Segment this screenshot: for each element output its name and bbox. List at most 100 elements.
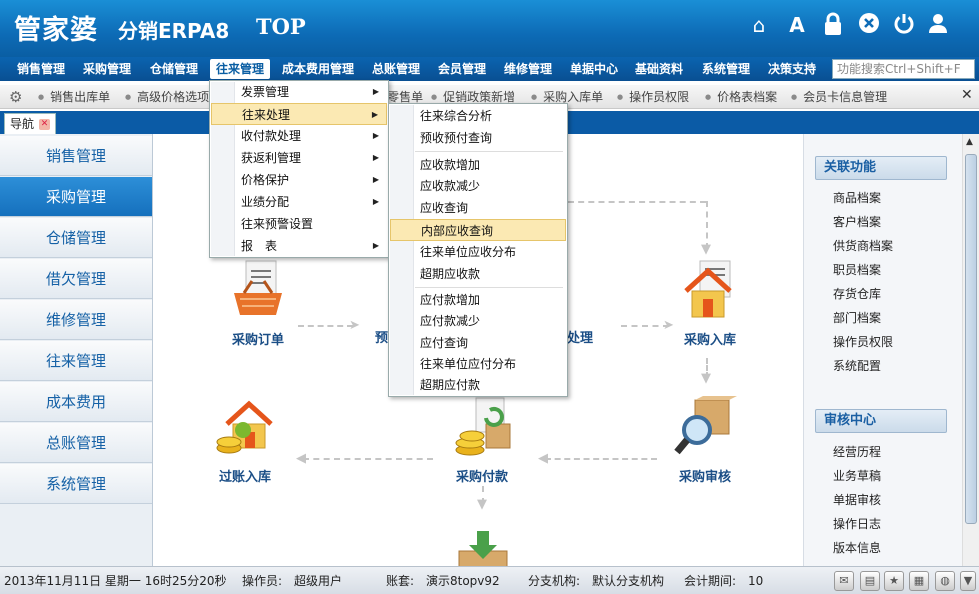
home-icon[interactable]: ⌂ [746, 12, 772, 38]
menu-accounts[interactable]: 往来管理 [210, 59, 271, 79]
quick-item[interactable]: 销售出库单 [38, 85, 110, 109]
sidebar-item-system[interactable]: 系统管理 [0, 464, 152, 504]
panel-link[interactable]: 客户档案 [833, 214, 881, 230]
flow-node-purchase-audit[interactable]: 采购审核 [658, 396, 752, 485]
box-download-icon [451, 529, 515, 566]
flow-node-purchase-payment[interactable]: 采购付款 [435, 396, 529, 485]
menu-item-receipts[interactable]: 收付款处理 ▶ [211, 125, 387, 147]
sidebar-item-purchase[interactable]: 采购管理 [0, 177, 152, 217]
submenu-item[interactable]: 应收款减少 [390, 175, 566, 197]
sidebar-item-repair[interactable]: 维修管理 [0, 300, 152, 340]
house-document-icon [678, 259, 742, 323]
panel-link[interactable]: 单据审核 [833, 492, 881, 508]
submenu-arrow-icon: ▶ [372, 131, 379, 140]
submenu-item[interactable]: 应收款增加 [390, 154, 566, 176]
menu-purchase[interactable]: 采购管理 [77, 57, 137, 81]
menu-item-reports[interactable]: 报 表 ▶ [211, 235, 387, 257]
vertical-scrollbar[interactable]: ▲ [962, 134, 979, 566]
scroll-thumb[interactable] [965, 154, 977, 524]
menu-item-warning-settings[interactable]: 往来预警设置 [211, 213, 387, 235]
panel-link[interactable]: 操作日志 [833, 516, 881, 532]
panel-link[interactable]: 商品档案 [833, 190, 881, 206]
submenu-item[interactable]: 往来综合分析 [390, 105, 566, 127]
menu-basic-data[interactable]: 基础资料 [629, 57, 689, 81]
submenu-item[interactable]: 往来单位应付分布 [390, 353, 566, 375]
close-circle-icon[interactable] [856, 12, 882, 38]
lock-icon[interactable] [820, 12, 846, 38]
submenu-item[interactable]: 超期应付款 [390, 374, 566, 396]
submenu-item[interactable]: 应付款减少 [390, 310, 566, 332]
tab-navigation[interactable]: 导航 ✕ [4, 113, 56, 134]
star-icon[interactable]: ★ [884, 571, 904, 591]
menu-item-invoice[interactable]: 发票管理 ▶ [211, 81, 387, 103]
menu-item-dealing[interactable]: 往来处理 ▶ [211, 103, 387, 125]
menu-item-price-protect[interactable]: 价格保护 ▶ [211, 169, 387, 191]
submenu-item[interactable]: 超期应收款 [390, 263, 566, 285]
sidebar-item-cost[interactable]: 成本费用 [0, 382, 152, 422]
panel-link[interactable]: 操作员权限 [833, 334, 893, 350]
tab-close-icon[interactable]: ✕ [39, 119, 50, 130]
expand-down-icon[interactable]: ▼ [960, 571, 976, 591]
chat-icon[interactable]: ✉ [834, 571, 854, 591]
menu-decision[interactable]: 决策支持 [762, 57, 822, 81]
close-icon[interactable]: ✕ [961, 87, 973, 103]
flow-node-posting-stockin[interactable]: 过账入库 [198, 396, 292, 485]
menu-system[interactable]: 系统管理 [696, 57, 756, 81]
power-icon[interactable] [891, 12, 917, 38]
menu-item-rebate[interactable]: 获返利管理 ▶ [211, 147, 387, 169]
panel-link[interactable]: 系统配置 [833, 358, 881, 374]
accounts-menu: 发票管理 ▶ 往来处理 ▶ 收付款处理 ▶ 获返利管理 ▶ 价格保护 ▶ 业绩分配 ▶ 往来… [209, 80, 389, 258]
panel-link[interactable]: 经营历程 [833, 444, 881, 460]
panel-link[interactable]: 版本信息 [833, 540, 881, 556]
sidebar-item-debt[interactable]: 借欠管理 [0, 259, 152, 299]
submenu-item[interactable]: 内部应收查询 [390, 219, 566, 241]
flow-node-partial-bottom[interactable] [451, 529, 515, 566]
panel-link[interactable]: 供货商档案 [833, 238, 893, 254]
globe-icon[interactable]: ◍ [935, 571, 955, 591]
sidebar-item-accounts[interactable]: 往来管理 [0, 341, 152, 381]
sidebar-item-sales[interactable]: 销售管理 [0, 136, 152, 176]
menu-cost[interactable]: 成本费用管理 [276, 57, 360, 81]
tab-label: 导航 [10, 117, 35, 131]
font-icon[interactable]: A [784, 12, 810, 38]
product-edition: TOP [256, 14, 306, 39]
panel-link[interactable]: 存货仓库 [833, 286, 881, 302]
quick-item[interactable]: 操作员权限 [617, 85, 689, 109]
menu-documents[interactable]: 单据中心 [564, 57, 624, 81]
flow-node-label: 采购入库 [683, 333, 736, 348]
flow-node-partial[interactable]: 处理 [567, 327, 597, 346]
quick-item[interactable]: 高级价格选项 [125, 85, 209, 109]
submenu-item[interactable]: 应收查询 [390, 197, 566, 219]
quick-item[interactable]: 价格表档案 [705, 85, 777, 109]
product-name: 分销ERPA8 [118, 19, 230, 43]
flow-node-label: 过账入库 [218, 470, 271, 485]
submenu-item[interactable]: 应付查询 [390, 332, 566, 354]
panel-link[interactable]: 部门档案 [833, 310, 881, 326]
flow-node-label: 采购付款 [455, 470, 508, 485]
sidebar-item-ledger[interactable]: 总账管理 [0, 423, 152, 463]
panel-link[interactable]: 职员档案 [833, 262, 881, 278]
gear-icon[interactable]: ⚙ [9, 88, 22, 106]
sidebar-item-storage[interactable]: 仓储管理 [0, 218, 152, 258]
submenu-item[interactable]: 预收预付查询 [390, 127, 566, 149]
menu-repair[interactable]: 维修管理 [498, 57, 558, 81]
flow-node-purchase-stockin[interactable]: 采购入库 [663, 259, 757, 348]
panel-link[interactable]: 业务草稿 [833, 468, 881, 484]
menu-ledger[interactable]: 总账管理 [366, 57, 426, 81]
menu-sales[interactable]: 销售管理 [11, 57, 71, 81]
menu-storage[interactable]: 仓储管理 [144, 57, 204, 81]
menu-item-performance[interactable]: 业绩分配 ▶ [211, 191, 387, 213]
flow-node-purchase-order[interactable]: 采购订单 [210, 259, 306, 348]
calculator-icon[interactable]: ▦ [909, 571, 929, 591]
notepad-icon[interactable]: ▤ [860, 571, 880, 591]
submenu-item[interactable]: 往来单位应收分布 [390, 241, 566, 263]
dealing-submenu: 往来综合分析 预收预付查询 应收款增加 应收款减少 应收查询 内部应收查询 往来… [388, 103, 568, 397]
function-search-input[interactable]: 功能搜索Ctrl+Shift+F [832, 59, 975, 79]
status-account-label: 账套: [386, 574, 415, 588]
menu-item-label: 收付款处理 [241, 129, 302, 143]
submenu-item[interactable]: 应付款增加 [390, 289, 566, 311]
user-icon[interactable] [925, 12, 951, 38]
quick-item[interactable]: 会员卡信息管理 [791, 85, 887, 109]
scroll-up-icon[interactable]: ▲ [966, 137, 973, 147]
menu-member[interactable]: 会员管理 [432, 57, 492, 81]
